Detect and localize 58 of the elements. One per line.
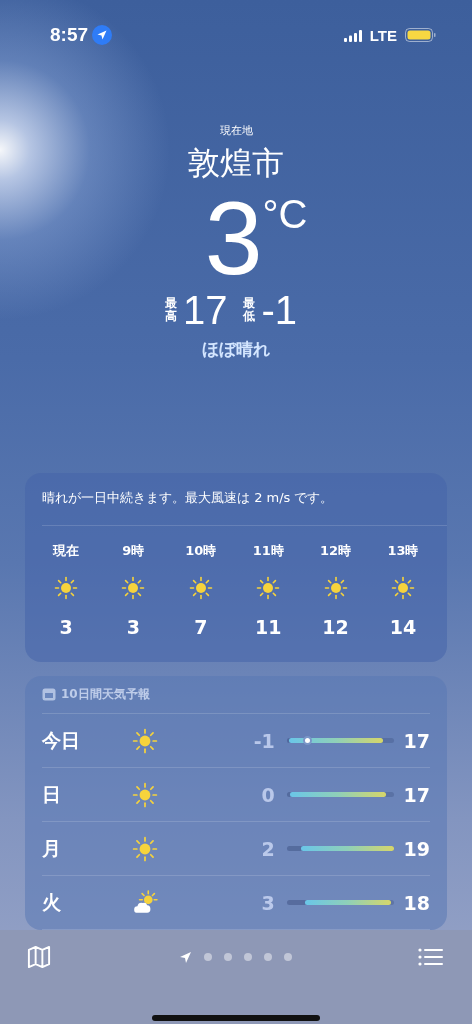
- page-dot[interactable]: [203, 953, 212, 961]
- day-name: 月: [42, 835, 62, 861]
- city-name: 敦煌市: [188, 143, 284, 184]
- day-name: 日: [42, 781, 62, 807]
- location-page-icon[interactable]: [178, 950, 192, 964]
- low-temperature: 2: [260, 837, 275, 860]
- condition-text: ほぼ晴れ: [202, 338, 270, 361]
- calendar-icon: [42, 688, 56, 701]
- sun-icon: [390, 576, 415, 600]
- status-time: 8:57: [50, 24, 89, 46]
- high-temperature: 17: [182, 290, 228, 330]
- forecast-summary: 晴れが一日中続きます。最大風速は 2 m/s です。: [42, 489, 447, 526]
- page-dot[interactable]: [223, 953, 232, 961]
- low-label: 最低: [243, 296, 256, 324]
- current-temperature: 3: [204, 186, 263, 290]
- day-name: 今日: [42, 727, 81, 753]
- battery-icon: [405, 28, 436, 42]
- sun-icon: [131, 835, 158, 862]
- list-icon[interactable]: [418, 947, 444, 967]
- hour-label: 9時: [122, 542, 145, 560]
- sun-icon: [131, 727, 158, 754]
- sun-icon: [323, 576, 348, 600]
- hour-label: 11時: [252, 542, 284, 560]
- hour-temperature: 3: [126, 616, 140, 638]
- location-caption: 現在地: [219, 123, 253, 138]
- hour-temperature: 12: [322, 616, 349, 638]
- hour-temperature: 11: [254, 616, 282, 638]
- high-temperature: 17: [402, 729, 430, 752]
- low-temperature: 3: [260, 891, 275, 914]
- high-temperature: 19: [402, 837, 430, 860]
- hour-label: 12時: [320, 542, 352, 560]
- day-name: 火: [42, 889, 62, 915]
- hour-label: 10時: [185, 542, 217, 560]
- cloud-sun-icon: [131, 889, 158, 916]
- network-label: LTE: [369, 26, 397, 44]
- low-temperature: 0: [260, 783, 275, 806]
- sun-icon: [131, 781, 158, 808]
- high-temperature: 18: [402, 891, 430, 914]
- page-dot[interactable]: [243, 953, 252, 961]
- hour-label: 13時: [387, 542, 419, 560]
- low-temperature: -1: [252, 729, 275, 752]
- temperature-unit: °C: [262, 192, 308, 237]
- high-label: 最高: [164, 296, 177, 324]
- signal-icon: [343, 28, 362, 42]
- sun-icon: [121, 576, 146, 600]
- sun-icon: [188, 576, 213, 600]
- low-temperature: -1: [261, 290, 298, 330]
- hour-temperature: 3: [59, 616, 73, 638]
- hour-label: 現在: [53, 542, 79, 560]
- daily-forecast-title: 10日間天気予報: [61, 686, 150, 703]
- high-temperature: 17: [402, 783, 430, 806]
- sun-icon: [256, 576, 281, 600]
- hour-temperature: 7: [194, 616, 208, 638]
- page-dot[interactable]: [263, 953, 272, 961]
- page-dot[interactable]: [283, 953, 292, 961]
- sun-icon: [54, 576, 78, 600]
- map-icon[interactable]: [26, 944, 52, 970]
- hour-temperature: 14: [389, 616, 417, 638]
